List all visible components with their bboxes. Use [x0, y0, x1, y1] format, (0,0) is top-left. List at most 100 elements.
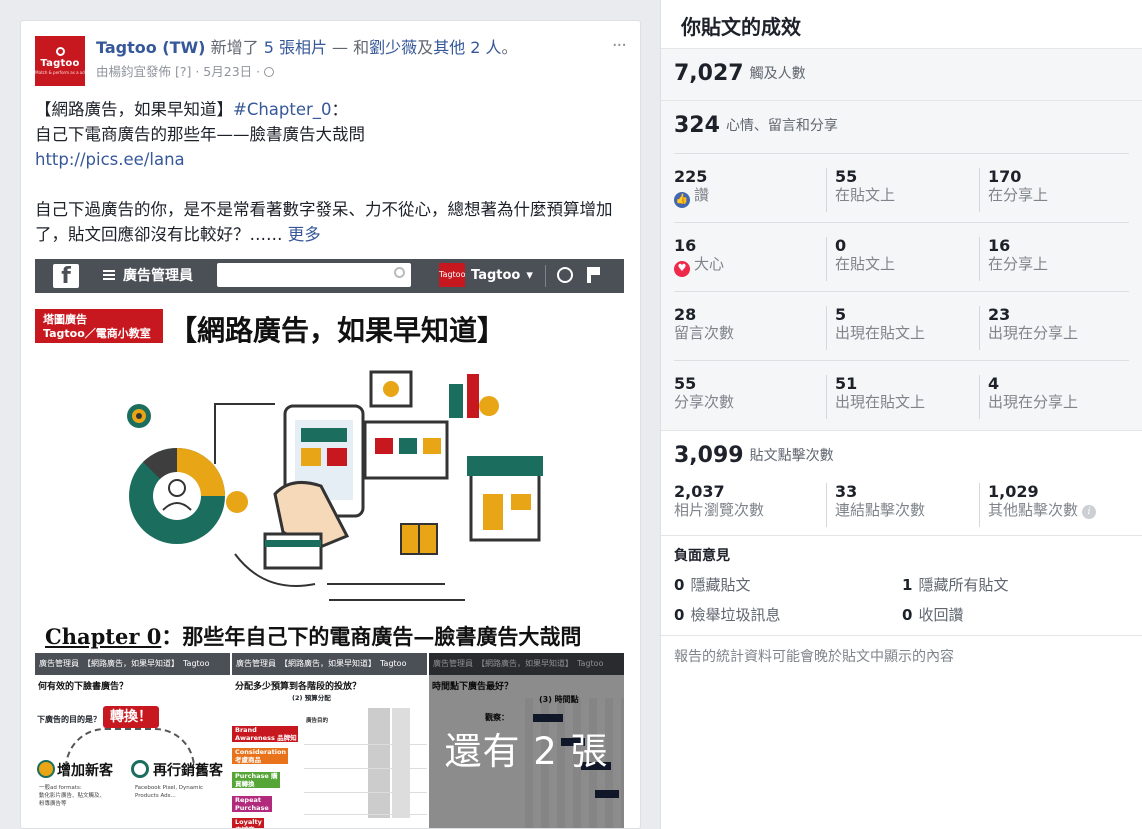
target-icon: [127, 404, 151, 428]
page-name-link[interactable]: Tagtoo (TW): [96, 38, 206, 57]
page-avatar[interactable]: Tagtoo Match & perform as a ad: [35, 36, 85, 86]
stage-repeat: Repeat Purchase 重複購買: [232, 796, 272, 820]
metric-row-love: 16 ♥ 大心 0 在貼文上 16 在分享上: [674, 222, 1129, 291]
shares-on-post-count: 51: [835, 374, 858, 393]
likes-label: 讚: [694, 186, 710, 204]
photo-search-box: [217, 263, 411, 287]
see-more-link[interactable]: 更多: [288, 225, 321, 244]
thumb-gray-column: [368, 708, 390, 818]
likes-on-shares-count: 170: [988, 167, 1022, 186]
more-photos-overlay[interactable]: 還有 2 張: [429, 653, 624, 828]
shares-on-shares-count: 4: [988, 374, 1000, 393]
browser-window-icon: [363, 420, 449, 480]
row-divider: [304, 768, 427, 769]
comments-on-post-label: 出現在貼文上: [835, 324, 926, 342]
shares-on-post-label: 出現在貼文上: [835, 393, 926, 411]
photo-views-label: 相片瀏覽次數: [674, 501, 765, 519]
thumb-goal: 下廣告的目的是？: [37, 715, 101, 724]
negative-feedback-title: 負面意見: [674, 548, 730, 564]
unlike-count: 0: [902, 606, 913, 624]
globe-icon[interactable]: [264, 67, 275, 77]
row-divider: [304, 744, 427, 745]
thumb-right-label: 再行銷舊客: [153, 763, 223, 779]
credit-card-icon: [263, 532, 323, 570]
caption-chapter: Chapter 0: [45, 624, 162, 649]
facebook-logo-icon: f: [53, 264, 79, 289]
hashtag-link[interactable]: #Chapter_0: [233, 100, 332, 119]
post-insights-panel: 你貼文的成效 7,027 觸及人數 324 心情、留言和分享 225 👍 讚 55 在貼文…: [660, 0, 1142, 829]
hide-all-posts-count: 1: [902, 576, 913, 594]
period: 。: [501, 38, 518, 57]
thumb-small-right: Facebook Pixel, Dynamic Products Ads...: [135, 785, 204, 799]
photo-views-count: 2,037: [674, 482, 725, 501]
comments-count: 28: [674, 305, 697, 324]
logo-text: Tagtoo: [40, 58, 80, 69]
clicks-breakdown: 2,037 相片瀏覽次數 33 連結點擊次數 1,029 其他點擊次數 i: [674, 483, 1129, 527]
with-text: — 和: [326, 38, 370, 57]
like-icon: 👍: [674, 192, 690, 208]
photos-link[interactable]: 5 張相片: [264, 38, 327, 57]
panel-title: 你貼文的成效: [681, 15, 801, 39]
negative-feedback-section: 負面意見 0 隱藏貼文 1 隱藏所有貼文 0 檢舉垃圾訊息 0 收回讚: [661, 536, 1142, 636]
post-header: Tagtoo Match & perform as a ad Tagtoo (T…: [35, 36, 627, 86]
thumb-toolbar: 廣告管理員 【網路廣告，如果早知道】 Tagtoo: [232, 653, 427, 675]
other-clicks-label: 其他點擊次數: [988, 501, 1079, 519]
and-text: 及: [417, 38, 434, 57]
shares-label: 分享次數: [674, 393, 735, 411]
post-url-link[interactable]: http://pics.ee/lana: [35, 150, 185, 169]
caption-rest: ：那些年自己下的電商廣告—臉書廣告大哉問: [161, 624, 582, 649]
thumbnail-photo-1[interactable]: 廣告管理員 【網路廣告，如果早知道】 Tagtoo 何有效的下臉書廣告？ 下廣告…: [35, 653, 230, 828]
others-link[interactable]: 其他 2 人: [433, 38, 501, 57]
text-line2: 自己下電商廣告的那些年——臉書廣告大哉問: [35, 125, 365, 144]
more-options-button[interactable]: ···: [612, 37, 627, 55]
divider: [545, 265, 546, 287]
banner-tag-line1: 塔圖廣告: [43, 313, 87, 326]
likes-on-post-label: 在貼文上: [835, 186, 896, 204]
love-on-shares-count: 16: [988, 236, 1011, 255]
other-clicks-count: 1,029: [988, 482, 1039, 501]
hide-post-label: 隱藏貼文: [690, 576, 751, 594]
hide-all-posts-label: 隱藏所有貼文: [918, 576, 1009, 594]
love-on-post-count: 0: [835, 236, 847, 255]
engagement-section: 324 心情、留言和分享 225 👍 讚 55 在貼文上 170 在分享上 16 ♥ 大心 0…: [661, 101, 1142, 431]
text-line1: 【網路廣告，如果早知道】: [35, 100, 233, 119]
metric-row-likes: 225 👍 讚 55 在貼文上 170 在分享上: [674, 153, 1129, 222]
thumb-header: (2) 預算分配: [292, 694, 331, 702]
reach-label: 觸及人數: [749, 66, 806, 82]
ads-manager-label: 廣告管理員: [123, 268, 193, 284]
retarget-icon: [131, 760, 149, 778]
thumb-col-header: 廣告目的: [306, 718, 329, 724]
thumbnail-photo-2[interactable]: 廣告管理員 【網路廣告，如果早知道】 Tagtoo 分配多少預算到各階段的投放？…: [232, 653, 427, 828]
person-link[interactable]: 劉少薇: [369, 38, 417, 57]
likes-count: 225: [674, 167, 708, 186]
bottles-icon: [449, 374, 499, 418]
gift-box-icon: [400, 523, 438, 555]
clicks-section: 3,099 貼文點擊次數 2,037 相片瀏覽次數 33 連結點擊次數 1,029 其他…: [661, 431, 1142, 536]
row-divider: [304, 814, 427, 815]
post-body: 【網路廣告，如果早知道】#Chapter_0： 自己下電商廣告的那些年——臉書廣…: [35, 97, 626, 247]
comments-label: 留言次數: [674, 324, 735, 342]
mini-logo: Tagtoo: [439, 263, 465, 287]
coin-icon: [226, 491, 248, 513]
dropdown-caret-icon: ▾: [526, 267, 533, 283]
reach-count: 7,027: [674, 61, 744, 86]
stats-footnote: 報告的統計資料可能會晚於貼文中顯示的內容: [674, 649, 954, 665]
ecommerce-illustration: [127, 370, 543, 601]
thumb-toolbar: 廣告管理員 【網路廣告，如果早知道】 Tagtoo: [35, 653, 230, 675]
engagement-count: 324: [674, 113, 720, 138]
info-icon[interactable]: i: [1082, 505, 1097, 519]
text-line1-colon: ：: [331, 100, 349, 119]
stage-purchase: Purchase 購買轉換: [232, 772, 280, 788]
thumb-gray-column: [392, 708, 410, 818]
comments-on-shares-label: 出現在分享上: [988, 324, 1079, 342]
main-photo[interactable]: f 廣告管理員 Tagtoo Tagtoo ▾ 塔圖廣告 Tagtoo／電商小教室 …: [35, 259, 624, 651]
flag-icon: [587, 267, 600, 283]
report-spam-label: 檢舉垃圾訊息: [690, 606, 781, 624]
post-meta: 由楊鈞宜發佈 [?] · 5月23日 ·: [96, 61, 596, 80]
stage-consideration: Consideration 考慮商品: [232, 748, 288, 764]
clicks-count: 3,099: [674, 443, 744, 468]
globe-icon: [557, 267, 573, 283]
action-prefix: 新增了: [205, 38, 264, 57]
posted-by[interactable]: 由楊鈞宜發佈 [?] · 5月23日 ·: [96, 64, 264, 79]
metric-row-shares: 55 分享次數 51 出現在貼文上 4 出現在分享上: [674, 360, 1129, 429]
